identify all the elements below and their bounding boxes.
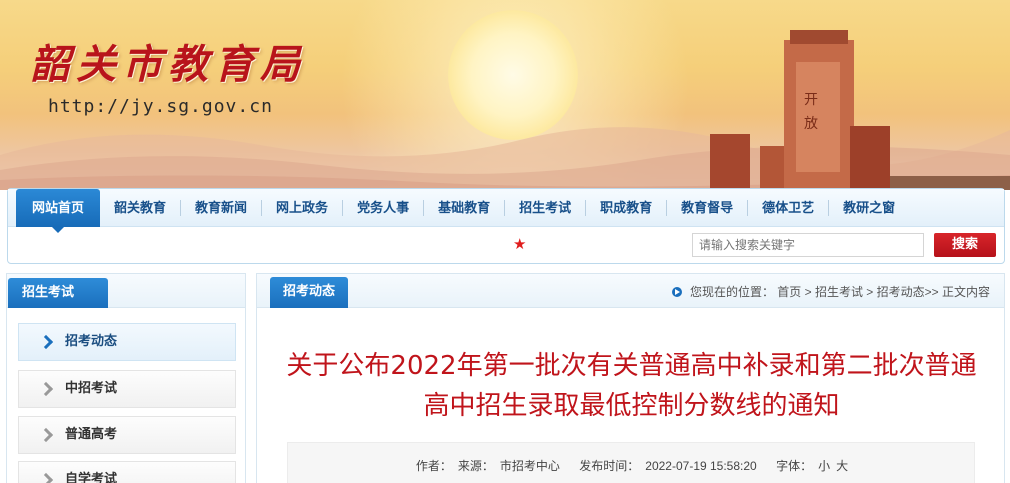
sidebar-item-label: 自学考试 xyxy=(65,472,118,483)
font-size-label: 字体： xyxy=(776,459,813,473)
main-header: 招考动态 您现在的位置： 首页 > 招生考试 > 招考动态>> 正文内容 xyxy=(257,274,1004,308)
chevron-right-icon xyxy=(38,427,54,443)
nav-bar: 网站首页 韶关教育 教育新闻 网上政务 党务人事 基础教育 招生考试 职成教育 … xyxy=(8,188,1004,233)
sidebar: 招生考试 招考动态 中招考试 普通高考 自学考试 xyxy=(6,273,246,483)
sidebar-item-label: 中招考试 xyxy=(65,381,118,396)
main-content: 招考动态 您现在的位置： 首页 > 招生考试 > 招考动态>> 正文内容 关于公… xyxy=(256,273,1005,483)
nav-item-shaoguan-education[interactable]: 韶关教育 xyxy=(100,189,180,227)
font-small-button[interactable]: 小 xyxy=(818,459,830,473)
publish-label: 发布时间： xyxy=(579,459,640,473)
breadcrumb-text: 您现在的位置： 首页 > 招生考试 > 招考动态>> 正文内容 xyxy=(689,285,990,299)
sidebar-item-college-entrance[interactable]: 普通高考 xyxy=(18,416,236,454)
article-title: 关于公布2022年第一批次有关普通高中补录和第二批次普通高中招生录取最低控制分数… xyxy=(286,351,977,421)
sidebar-item-admissions-news[interactable]: 招考动态 xyxy=(18,323,236,361)
sidebar-item-self-study-exam[interactable]: 自学考试 xyxy=(18,461,236,483)
chevron-right-icon xyxy=(38,472,54,483)
chevron-right-icon xyxy=(38,334,54,350)
sidebar-item-label: 普通高考 xyxy=(65,427,118,442)
breadcrumb: 您现在的位置： 首页 > 招生考试 > 招考动态>> 正文内容 xyxy=(671,283,990,300)
monument-tower-graphic: 开 放 xyxy=(710,30,1010,190)
search-button[interactable]: 搜索 xyxy=(934,233,996,257)
publish-time: 2022-07-19 15:58:20 xyxy=(645,459,757,473)
source-label: 来源： xyxy=(457,459,494,473)
svg-text:开: 开 xyxy=(804,92,818,108)
site-title: 韶关市教育局 xyxy=(30,41,306,88)
chevron-right-icon xyxy=(38,381,54,397)
main-navigation: 网站首页 韶关教育 教育新闻 网上政务 党务人事 基础教育 招生考试 职成教育 … xyxy=(7,188,1005,264)
font-large-button[interactable]: 大 xyxy=(836,459,848,473)
sidebar-header: 招生考试 xyxy=(7,274,245,308)
sidebar-title: 招生考试 xyxy=(8,278,108,308)
star-icon: ★ xyxy=(513,235,527,253)
nav-item-moral-sports-arts[interactable]: 德体卫艺 xyxy=(748,189,828,227)
nav-item-party-personnel[interactable]: 党务人事 xyxy=(343,189,423,227)
search-input[interactable] xyxy=(692,233,924,257)
author-label: 作者： xyxy=(415,459,452,473)
nav-item-education-supervision[interactable]: 教育督导 xyxy=(667,189,747,227)
sidebar-item-high-school-entrance[interactable]: 中招考试 xyxy=(18,370,236,408)
article-meta: 作者： 来源： 市招考中心 发布时间： 2022-07-19 15:58:20 字体：… xyxy=(288,457,976,474)
location-arrow-icon xyxy=(671,286,682,297)
sidebar-item-label: 招考动态 xyxy=(65,334,118,349)
nav-item-education-news[interactable]: 教育新闻 xyxy=(181,189,261,227)
nav-item-home[interactable]: 网站首页 xyxy=(16,188,101,233)
nav-item-online-government[interactable]: 网上政务 xyxy=(262,189,342,227)
section-tab: 招考动态 xyxy=(270,277,348,308)
search-bar: ★ 搜索 xyxy=(8,227,1004,264)
source-value: 市招考中心 xyxy=(499,459,560,473)
svg-text:放: 放 xyxy=(804,116,818,132)
nav-item-vocational-education[interactable]: 职成教育 xyxy=(586,189,666,227)
nav-item-admissions-exams[interactable]: 招生考试 xyxy=(505,189,585,227)
site-url: http://jy.sg.gov.cn xyxy=(48,96,273,117)
nav-item-basic-education[interactable]: 基础教育 xyxy=(424,189,504,227)
article-meta-bar: 作者： 来源： 市招考中心 发布时间： 2022-07-19 15:58:20 字体：… xyxy=(287,442,975,483)
site-banner: 开 放 韶关市教育局 http://jy.sg.gov.cn xyxy=(0,0,1010,190)
nav-item-research-window[interactable]: 教研之窗 xyxy=(829,189,909,227)
